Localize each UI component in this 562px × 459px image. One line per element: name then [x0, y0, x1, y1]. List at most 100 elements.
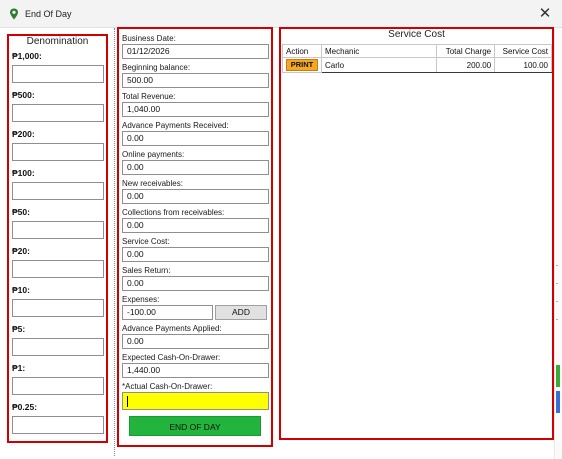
total-revenue-input[interactable]: 1,040.00: [122, 102, 269, 117]
actual-cash-label: *Actual Cash-On-Drawer:: [122, 382, 213, 391]
action-cell: PRINT: [282, 57, 322, 73]
online-payments-label: Online payments:: [122, 150, 185, 159]
background-mark: [556, 265, 558, 266]
denomination-item: ₱5:: [12, 323, 104, 356]
beginning-balance-field: Beginning balance: 500.00: [122, 62, 269, 88]
end-of-day-button[interactable]: END OF DAY: [129, 416, 261, 436]
denomination-10-input[interactable]: [12, 299, 104, 317]
denomination-025-input[interactable]: [12, 416, 104, 434]
service-cost-panel: Service Cost Action Mechanic Total Charg…: [279, 27, 554, 440]
total-charge-cell[interactable]: 200.00: [436, 57, 496, 73]
denomination-200-input[interactable]: [12, 143, 104, 161]
background-green-mark: [556, 365, 560, 387]
denomination-label: ₱50:: [12, 207, 30, 217]
collections-from-receivables-input[interactable]: 0.00: [122, 218, 269, 233]
denomination-label: ₱1:: [12, 363, 26, 373]
total-revenue-label: Total Revenue:: [122, 92, 176, 101]
table-header-row: Action Mechanic Total Charge Service Cos…: [282, 44, 552, 58]
denomination-100-input[interactable]: [12, 182, 104, 200]
service-cost-label: Service Cost:: [122, 237, 170, 246]
denomination-20-input[interactable]: [12, 260, 104, 278]
actual-cash-field: *Actual Cash-On-Drawer:: [122, 381, 269, 410]
denomination-item: ₱1:: [12, 362, 104, 395]
denomination-label: ₱0.25:: [12, 402, 38, 412]
denomination-5-input[interactable]: [12, 338, 104, 356]
expected-cash-label: Expected Cash-On-Drawer:: [122, 353, 221, 362]
online-payments-field: Online payments: 0.00: [122, 149, 269, 175]
expected-cash-field: Expected Cash-On-Drawer: 1,440.00: [122, 352, 269, 378]
service-cost-field: Service Cost: 0.00: [122, 236, 269, 262]
total-revenue-field: Total Revenue: 1,040.00: [122, 91, 269, 117]
new-receivables-input[interactable]: 0.00: [122, 189, 269, 204]
advance-payments-applied-label: Advance Payments Applied:: [122, 324, 222, 333]
denomination-label: ₱10:: [12, 285, 30, 295]
close-button[interactable]: ✕: [536, 5, 554, 23]
add-expense-button[interactable]: ADD: [215, 305, 267, 320]
close-icon: ✕: [538, 5, 552, 22]
denomination-item: ₱10:: [12, 284, 104, 317]
panel-separator: [114, 28, 115, 456]
advance-payments-received-field: Advance Payments Received: 0.00: [122, 120, 269, 146]
beginning-balance-label: Beginning balance:: [122, 63, 191, 72]
denomination-item: ₱200:: [12, 128, 104, 161]
sales-return-input[interactable]: 0.00: [122, 276, 269, 291]
summary-panel: Business Date: 01/12/2026 Beginning bala…: [117, 27, 273, 447]
service-cost-input[interactable]: 0.00: [122, 247, 269, 262]
denomination-item: ₱100:: [12, 167, 104, 200]
sales-return-field: Sales Return: 0.00: [122, 265, 269, 291]
denomination-item: ₱0.25:: [12, 401, 104, 434]
sales-return-label: Sales Return:: [122, 266, 171, 275]
background-mark: [556, 283, 558, 284]
window-title: End Of Day: [25, 9, 72, 19]
denomination-label: ₱20:: [12, 246, 30, 256]
business-date-label: Business Date:: [122, 34, 176, 43]
advance-payments-received-label: Advance Payments Received:: [122, 121, 229, 130]
column-header-mechanic[interactable]: Mechanic: [320, 44, 438, 58]
expenses-input[interactable]: -100.00: [122, 305, 213, 320]
text-caret: [127, 396, 128, 407]
denomination-500-input[interactable]: [12, 104, 104, 122]
table-row[interactable]: PRINT Carlo 200.00 100.00: [282, 57, 552, 73]
denomination-label: ₱1,000:: [12, 51, 42, 61]
denomination-1000-input[interactable]: [12, 65, 104, 83]
denomination-1-input[interactable]: [12, 377, 104, 395]
background-blue-mark: [556, 391, 560, 413]
expenses-label: Expenses:: [122, 295, 160, 304]
expenses-field: Expenses: -100.00 ADD: [122, 294, 269, 320]
new-receivables-field: New receivables: 0.00: [122, 178, 269, 204]
column-header-total-charge[interactable]: Total Charge: [436, 44, 496, 58]
denomination-label: ₱500:: [12, 90, 35, 100]
business-date-input[interactable]: 01/12/2026: [122, 44, 269, 59]
online-payments-input[interactable]: 0.00: [122, 160, 269, 175]
denomination-label: ₱5:: [12, 324, 26, 334]
denomination-item: ₱20:: [12, 245, 104, 278]
mechanic-cell[interactable]: Carlo: [320, 57, 438, 73]
service-cost-table: Action Mechanic Total Charge Service Cos…: [282, 44, 552, 73]
advance-payments-applied-input[interactable]: 0.00: [122, 334, 269, 349]
new-receivables-label: New receivables:: [122, 179, 183, 188]
title-bar: End Of Day ✕: [0, 0, 562, 28]
denomination-label: ₱200:: [12, 129, 35, 139]
print-button[interactable]: PRINT: [286, 59, 318, 71]
collections-from-receivables-field: Collections from receivables: 0.00: [122, 207, 269, 233]
denomination-label: ₱100:: [12, 168, 35, 178]
business-date-field: Business Date: 01/12/2026: [122, 33, 269, 59]
denomination-title: Denomination: [26, 36, 89, 47]
map-pin-icon: [10, 8, 18, 20]
service-cost-title: Service Cost: [388, 29, 445, 40]
advance-payments-applied-field: Advance Payments Applied: 0.00: [122, 323, 269, 349]
service-cost-cell[interactable]: 100.00: [494, 57, 552, 73]
denomination-item: ₱500:: [12, 89, 104, 122]
background-mark: [556, 301, 558, 302]
column-header-action[interactable]: Action: [282, 44, 322, 58]
background-mark: [556, 319, 558, 320]
denomination-panel: Denomination ₱1,000: ₱500: ₱200: ₱100: ₱…: [7, 34, 108, 443]
denomination-item: ₱1,000:: [12, 50, 104, 83]
collections-from-receivables-label: Collections from receivables:: [122, 208, 225, 217]
column-header-service-cost[interactable]: Service Cost: [494, 44, 552, 58]
actual-cash-input[interactable]: [122, 392, 269, 410]
advance-payments-received-input[interactable]: 0.00: [122, 131, 269, 146]
expected-cash-input[interactable]: 1,440.00: [122, 363, 269, 378]
beginning-balance-input[interactable]: 500.00: [122, 73, 269, 88]
denomination-50-input[interactable]: [12, 221, 104, 239]
